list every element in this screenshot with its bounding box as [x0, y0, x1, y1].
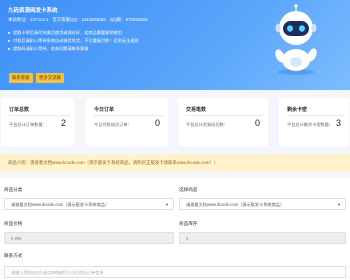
price-label: 商品价格: [4, 221, 23, 226]
price-value: ¥ 999: [11, 236, 22, 241]
stat-card-transactions: 交易笔数 平台总计交易成功数： 0: [178, 98, 268, 146]
product-select-value: 请查看文档www.ikcode.com（演示版发卡系统商品）: [186, 202, 285, 207]
order-form: 商品分类 请查看文档www.ikcode.com（演示版发卡系统商品） ▼ 选择…: [0, 178, 350, 280]
contact-input[interactable]: [4, 266, 346, 278]
divider: [287, 115, 345, 116]
robot-mascot-illustration: [275, 4, 317, 75]
product-notice: 商品介绍：请查看文档www.ikcode.com（演示版发卡系统商品，请购买正版…: [0, 154, 350, 172]
site-info: 本站地址：127.0.0.1 官方客服QQ：2442364692 QQ群：978…: [8, 17, 151, 23]
divider: [9, 115, 70, 116]
stat-card-today-orders: 今日订单 今日付款成功订单： 0: [86, 98, 168, 146]
notice-item: 提取码请耐心等待，若有问题请联系客服: [8, 45, 139, 53]
contact-label: 联系方式: [4, 253, 23, 258]
stock-field: 3: [179, 232, 346, 244]
product-label: 选择商品: [179, 187, 198, 192]
stat-title: 今日订单: [94, 107, 115, 113]
stock-label: 商品库存: [179, 221, 198, 226]
more-groups-button[interactable]: 更多交流群: [36, 73, 64, 83]
category-select-value: 请查看文档www.ikcode.com（演示版发卡系统商品）: [11, 202, 110, 207]
stat-subtitle: 平台总计剩余卡密数量：: [287, 122, 334, 127]
stats-row: 订单总数 平台总计订单数量： 2 今日订单 今日付款成功订单： 0 交易笔数 平…: [0, 98, 350, 146]
stock-value: 3: [186, 236, 189, 241]
chevron-down-icon: ▼: [165, 202, 169, 207]
notice-item: 提取卡密后请尽快激活使用或保存好，若商品需要秘钥使用: [8, 29, 139, 37]
notice-item: 付款后请耐心等待系统自动核验发货，不可重复付款！否则无法退款: [8, 37, 139, 45]
site-address: 本站地址：127.0.0.1: [8, 17, 49, 22]
support-qq: 官方客服QQ：2442364692: [52, 17, 106, 22]
stat-value: 0: [254, 118, 260, 128]
chevron-down-icon: ▼: [337, 202, 341, 207]
product-select[interactable]: 请查看文档www.ikcode.com（演示版发卡系统商品） ▼: [179, 198, 346, 210]
qq-group: QQ群：978453603: [109, 17, 148, 22]
stat-subtitle: 平台总计交易成功数：: [186, 122, 228, 127]
stat-title: 剩余卡密: [287, 107, 308, 113]
stat-card-orders: 订单总数 平台总计订单数量： 2: [1, 98, 74, 146]
stat-title: 交易笔数: [186, 107, 207, 113]
stat-card-remaining-keys: 剩余卡密 平台总计剩余卡密数量： 3: [279, 98, 349, 146]
stat-value: 0: [154, 118, 160, 128]
category-label: 商品分类: [4, 187, 23, 192]
notice-list: 提取卡密后请尽快激活使用或保存好，若商品需要秘钥使用 付款后请耐心等待系统自动核…: [8, 29, 139, 53]
stat-subtitle: 今日付款成功订单：: [94, 122, 132, 127]
divider: [186, 115, 264, 116]
stat-subtitle: 平台总计订单数量：: [9, 122, 47, 127]
contact-support-button[interactable]: 联系客服: [9, 73, 33, 83]
hero-banner: 九码资源网发卡系统 本站地址：127.0.0.1 官方客服QQ：24423646…: [0, 0, 350, 90]
site-title: 九码资源网发卡系统: [8, 8, 58, 14]
stat-value: 3: [335, 118, 341, 128]
price-field: ¥ 999: [4, 232, 174, 244]
divider: [94, 115, 164, 116]
stat-title: 订单总数: [9, 107, 30, 113]
stat-value: 2: [60, 118, 66, 128]
category-select[interactable]: 请查看文档www.ikcode.com（演示版发卡系统商品） ▼: [4, 198, 174, 210]
